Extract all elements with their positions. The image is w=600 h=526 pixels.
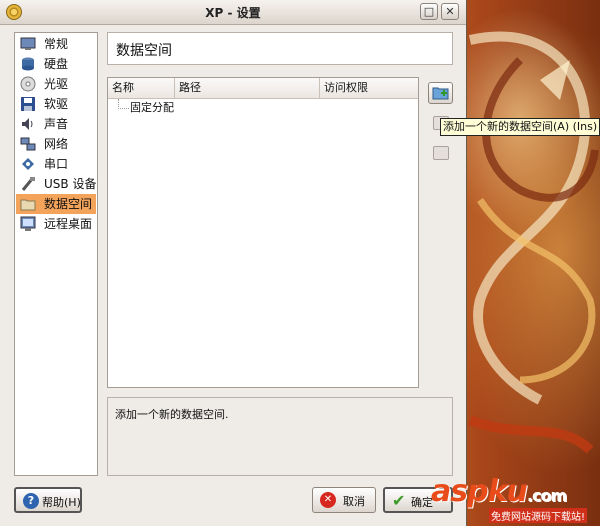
harddisk-icon <box>22 57 34 71</box>
help-icon: ? <box>23 493 39 509</box>
shared-folders-table[interactable]: 名称 路径 访问权限 固定分配 <box>107 77 419 388</box>
page-header: 数据空间 <box>107 32 453 65</box>
speaker-icon <box>22 118 33 130</box>
sidebar-item-label: 硬盘 <box>44 57 69 71</box>
cancel-button-label: 取消 <box>343 495 365 508</box>
floppy-icon <box>21 97 35 111</box>
sidebar-item-audio[interactable]: 声音 <box>16 114 96 134</box>
column-header-name[interactable]: 名称 <box>108 78 175 98</box>
watermark-subtitle: 免费网站源码下载站! <box>489 508 588 523</box>
cancel-button[interactable]: ✕ 取消 <box>312 487 376 513</box>
checkmark-icon: ✔ <box>392 491 406 510</box>
add-folder-icon <box>432 87 449 100</box>
serial-port-icon <box>22 158 34 170</box>
page-title: 数据空间 <box>116 43 172 59</box>
column-header-access[interactable]: 访问权限 <box>320 78 418 98</box>
sidebar-item-label: 网络 <box>44 137 69 151</box>
monitor-icon <box>20 37 36 50</box>
sidebar-item-shared-folders[interactable]: 数据空间 <box>16 194 96 214</box>
cdrom-icon <box>20 76 36 92</box>
add-shared-folder-button[interactable] <box>428 82 453 104</box>
watermark-brand-text: aspku <box>431 474 528 509</box>
title-bar[interactable]: XP - 设置 □ ✕ <box>0 0 466 25</box>
settings-category-list: 常规 硬盘 光驱 软驱 声音 网络 串口 USB 设备 数据空间 远程桌面 <box>14 32 98 476</box>
table-header: 名称 路径 访问权限 <box>108 78 418 99</box>
close-button[interactable]: ✕ <box>441 3 459 20</box>
watermark-domain: .com <box>526 486 567 505</box>
maximize-button[interactable]: □ <box>420 3 438 20</box>
remote-desktop-icon <box>20 216 36 231</box>
sidebar-item-remote-desktop[interactable]: 远程桌面 <box>16 214 96 234</box>
tree-connector <box>118 99 129 109</box>
tree-item-label: 固定分配 <box>130 101 174 114</box>
cancel-icon: ✕ <box>320 492 336 508</box>
sidebar-item-label: 光驱 <box>44 77 69 91</box>
site-watermark: aspku.com 免费网站源码下载站! <box>425 474 600 526</box>
sidebar-item-harddisk[interactable]: 硬盘 <box>16 54 96 74</box>
folder-icon <box>20 199 36 211</box>
sidebar-item-label: 串口 <box>44 157 69 171</box>
sidebar-item-floppy[interactable]: 软驱 <box>16 94 96 114</box>
sidebar-item-label: 数据空间 <box>44 197 93 211</box>
sidebar-item-serial[interactable]: 串口 <box>16 154 96 174</box>
network-icon <box>20 137 36 151</box>
settings-window: XP - 设置 □ ✕ 常规 硬盘 光驱 软驱 声音 网络 串口 USB 设备 … <box>0 0 600 526</box>
column-header-path[interactable]: 路径 <box>175 78 320 98</box>
help-button-label: 帮助(H) <box>42 496 81 509</box>
watermark-brand: aspku.com <box>431 474 567 509</box>
description-text: 添加一个新的数据空间. <box>115 408 229 421</box>
sidebar-item-label: USB 设备 <box>44 177 97 191</box>
sidebar-item-label: 常规 <box>44 37 69 51</box>
usb-icon <box>21 177 35 191</box>
sidebar-item-network[interactable]: 网络 <box>16 134 96 154</box>
sidebar-item-cdrom[interactable]: 光驱 <box>16 74 96 94</box>
window-title: XP - 设置 <box>205 6 261 20</box>
sidebar-item-usb[interactable]: USB 设备 <box>16 174 96 194</box>
help-button[interactable]: ? 帮助(H) <box>14 487 82 513</box>
description-panel: 添加一个新的数据空间. <box>107 397 453 476</box>
sidebar-item-label: 声音 <box>44 117 69 131</box>
sidebar-item-label: 远程桌面 <box>44 217 93 231</box>
remove-shared-folder-button[interactable] <box>433 146 449 160</box>
sidebar-item-label: 软驱 <box>44 97 69 111</box>
add-folder-tooltip: 添加一个新的数据空间(A) (Ins) <box>440 118 600 136</box>
sidebar-item-general[interactable]: 常规 <box>16 34 96 54</box>
